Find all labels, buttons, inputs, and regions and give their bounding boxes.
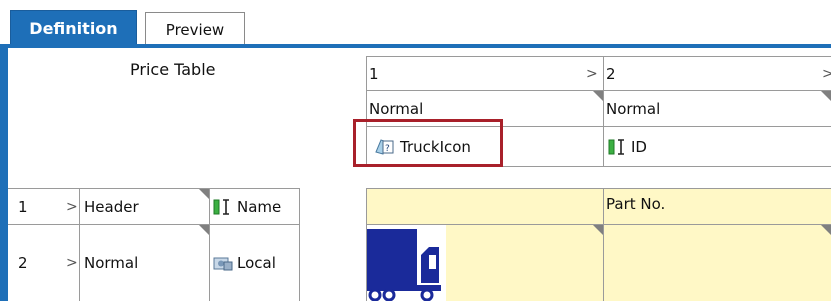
row-2-style-cell[interactable]: Normal xyxy=(80,225,210,301)
text-field-icon xyxy=(213,198,231,216)
column-2-style-cell[interactable]: Normal xyxy=(604,91,831,127)
table-title: Price Table xyxy=(130,60,216,79)
column-2-field: ID xyxy=(631,137,647,156)
data-cell-r1-c1[interactable] xyxy=(367,189,604,225)
row-1-style: Header xyxy=(84,197,139,216)
column-1-style: Normal xyxy=(369,99,424,118)
row-2-field-cell[interactable]: Local xyxy=(210,225,300,301)
chevron-right-icon[interactable]: > xyxy=(586,66,598,82)
row-1-field: Name xyxy=(237,197,282,216)
data-cell-r2-c1[interactable] xyxy=(367,225,604,301)
row-1-field-cell[interactable]: Name xyxy=(210,189,300,225)
row-1-style-cell[interactable]: Header xyxy=(80,189,210,225)
text-field-icon xyxy=(608,138,626,156)
tab-preview[interactable]: Preview xyxy=(145,12,245,46)
column-2-style: Normal xyxy=(606,99,661,118)
chevron-right-icon[interactable]: > xyxy=(822,66,831,82)
row-2-style: Normal xyxy=(84,254,139,272)
left-border xyxy=(0,44,8,301)
column-2-field-cell[interactable]: ID xyxy=(604,127,831,167)
data-cell-r1-c2[interactable]: Part No. xyxy=(604,189,831,225)
data-cell-r2-c2[interactable] xyxy=(604,225,831,301)
row-2-field: Local xyxy=(237,254,276,272)
column-2-index: 2 xyxy=(606,64,616,83)
column-1-index-cell[interactable]: 1 > xyxy=(367,57,604,91)
selected-field-highlight xyxy=(353,119,503,167)
tab-definition[interactable]: Definition xyxy=(10,10,137,46)
row-1-index-cell[interactable]: 1 > xyxy=(8,189,80,225)
chevron-right-icon[interactable]: > xyxy=(66,199,78,215)
column-2-index-cell[interactable]: 2 > xyxy=(604,57,831,91)
chevron-right-icon[interactable]: > xyxy=(66,255,78,271)
column-1-index: 1 xyxy=(369,64,379,83)
truck-image xyxy=(367,225,446,301)
row-2-index-cell[interactable]: 2 > xyxy=(8,225,80,301)
row-2-index: 2 xyxy=(18,254,28,272)
local-field-icon xyxy=(213,254,233,272)
tab-underline xyxy=(0,44,831,48)
row-1-index: 1 xyxy=(18,197,28,216)
data-cell-r1-c2-text: Part No. xyxy=(606,195,666,213)
